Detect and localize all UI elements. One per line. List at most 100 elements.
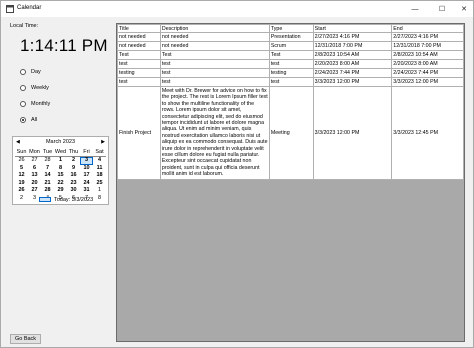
next-month-icon[interactable]: ▶ — [101, 139, 105, 145]
cell-type[interactable]: test — [268, 77, 314, 87]
cell-description[interactable]: test — [159, 77, 270, 87]
cell-start[interactable]: 3/3/2023 12:00 PM — [312, 77, 393, 87]
cell-description[interactable]: test — [159, 68, 270, 78]
calendar-today-footer[interactable]: Today: 3/3/2023 — [39, 196, 93, 203]
calendar-day[interactable]: 30 — [67, 187, 80, 195]
calendar-day[interactable]: 23 — [67, 180, 80, 188]
cell-end[interactable]: 2/20/2023 8:00 AM — [391, 59, 464, 69]
calendar-day[interactable]: 13 — [28, 172, 41, 180]
calendar-day[interactable]: 11 — [93, 165, 106, 173]
table-row[interactable]: test test test 2/20/2023 8:00 AM 2/20/20… — [117, 59, 464, 69]
cell-end[interactable]: 2/24/2023 7:44 PM — [391, 68, 464, 78]
column-header-type[interactable]: Type — [268, 24, 314, 33]
calendar-day[interactable]: 14 — [41, 172, 54, 180]
table-row[interactable]: Finish Project Meet with Dr. Brewer for … — [117, 86, 464, 180]
calendar-day[interactable]: 24 — [80, 180, 93, 188]
view-option-day[interactable]: Day — [20, 68, 41, 76]
calendar-day[interactable]: 28 — [41, 157, 54, 165]
cell-end[interactable]: 2/27/2023 4:16 PM — [391, 32, 464, 42]
view-option-monthly[interactable]: Monthly — [20, 100, 50, 108]
calendar-day[interactable]: 29 — [54, 187, 67, 195]
cell-start[interactable]: 2/27/2023 4:16 PM — [312, 32, 393, 42]
cell-type[interactable]: Scrum — [268, 41, 314, 51]
calendar-day[interactable]: 8 — [54, 165, 67, 173]
calendar-day[interactable]: 20 — [28, 180, 41, 188]
cell-type[interactable]: Test — [268, 50, 314, 60]
column-header-description[interactable]: Description — [159, 24, 270, 33]
table-row[interactable]: not needed not needed Presentation 2/27/… — [117, 32, 464, 42]
calendar-day[interactable]: 18 — [93, 172, 106, 180]
calendar-day[interactable]: 2 — [15, 195, 28, 203]
calendar-day[interactable]: 26 — [15, 157, 28, 165]
cell-type[interactable]: Presentation — [268, 32, 314, 42]
calendar-day[interactable]: 19 — [15, 180, 28, 188]
calendar-day[interactable]: 17 — [80, 172, 93, 180]
cell-title[interactable]: Test — [117, 50, 161, 60]
cell-title[interactable]: not needed — [117, 41, 161, 51]
cell-end[interactable]: 3/3/2023 12:00 PM — [391, 77, 464, 87]
cell-start[interactable]: 12/31/2018 7:00 PM — [312, 41, 393, 51]
table-row[interactable]: test test test 3/3/2023 12:00 PM 3/3/202… — [117, 77, 464, 87]
cell-description[interactable]: test — [159, 59, 270, 69]
radio-day[interactable] — [20, 69, 26, 75]
calendar-day[interactable]: 21 — [41, 180, 54, 188]
cell-start[interactable]: 2/24/2023 7:44 PM — [312, 68, 393, 78]
calendar-day[interactable]: 4 — [93, 157, 106, 165]
cell-title[interactable]: test — [117, 59, 161, 69]
calendar-day[interactable]: 8 — [93, 195, 106, 203]
calendar-day[interactable]: 1 — [93, 187, 106, 195]
calendar-day-today[interactable]: 3 — [80, 157, 93, 165]
cell-title[interactable]: test — [117, 77, 161, 87]
cell-description[interactable]: not needed — [159, 32, 270, 42]
calendar-day[interactable]: 27 — [28, 187, 41, 195]
calendar-day[interactable]: 7 — [41, 165, 54, 173]
title-bar[interactable]: Calendar — ☐ ✕ — [1, 1, 473, 17]
column-header-end[interactable]: End — [391, 24, 464, 33]
minimize-button[interactable]: — — [402, 1, 428, 17]
cell-start[interactable]: 2/8/2023 10:54 AM — [312, 50, 393, 60]
calendar-day[interactable]: 12 — [15, 172, 28, 180]
cell-type[interactable]: Meeting — [268, 86, 314, 180]
cell-description[interactable]: Test — [159, 50, 270, 60]
radio-monthly[interactable] — [20, 101, 26, 107]
calendar-day[interactable]: 10 — [80, 165, 93, 173]
calendar-day[interactable]: 26 — [15, 187, 28, 195]
calendar-day[interactable]: 31 — [80, 187, 93, 195]
calendar-day[interactable]: 28 — [41, 187, 54, 195]
calendar-day[interactable]: 16 — [67, 172, 80, 180]
events-grid[interactable]: Title Description Type Start End not nee… — [116, 23, 465, 342]
table-row[interactable]: Test Test Test 2/8/2023 10:54 AM 2/8/202… — [117, 50, 464, 60]
calendar-day[interactable]: 27 — [28, 157, 41, 165]
cell-type[interactable]: testing — [268, 68, 314, 78]
month-calendar[interactable]: March 2023 ◀ ▶ Sun Mon Tue Wed Thu Fri S… — [12, 136, 109, 205]
calendar-day[interactable]: 9 — [67, 165, 80, 173]
view-option-weekly[interactable]: Weekly — [20, 84, 49, 92]
cell-description[interactable]: Meet with Dr. Brewer for advice on how t… — [159, 86, 270, 180]
cell-start[interactable]: 3/3/2023 12:00 PM — [312, 86, 393, 180]
prev-month-icon[interactable]: ◀ — [16, 139, 20, 145]
cell-end[interactable]: 3/3/2023 12:45 PM — [391, 86, 464, 180]
table-row[interactable]: not needed not needed Scrum 12/31/2018 7… — [117, 41, 464, 51]
calendar-day[interactable]: 22 — [54, 180, 67, 188]
cell-end[interactable]: 12/31/2018 7:00 PM — [391, 41, 464, 51]
cell-title[interactable]: testing — [117, 68, 161, 78]
calendar-day[interactable]: 2 — [67, 157, 80, 165]
calendar-day[interactable]: 6 — [28, 165, 41, 173]
calendar-day[interactable]: 1 — [54, 157, 67, 165]
go-back-button[interactable]: Go Back — [10, 334, 41, 344]
table-row[interactable]: testing test testing 2/24/2023 7:44 PM 2… — [117, 68, 464, 78]
cell-title[interactable]: not needed — [117, 32, 161, 42]
column-header-start[interactable]: Start — [312, 24, 393, 33]
calendar-day[interactable]: 15 — [54, 172, 67, 180]
calendar-day[interactable]: 25 — [93, 180, 106, 188]
view-option-all[interactable]: All — [20, 116, 37, 124]
cell-type[interactable]: test — [268, 59, 314, 69]
cell-description[interactable]: not needed — [159, 41, 270, 51]
radio-weekly[interactable] — [20, 85, 26, 91]
cell-start[interactable]: 2/20/2023 8:00 AM — [312, 59, 393, 69]
cell-title[interactable]: Finish Project — [117, 86, 161, 180]
radio-all[interactable] — [20, 117, 26, 123]
close-button[interactable]: ✕ — [451, 1, 474, 17]
column-header-title[interactable]: Title — [117, 24, 161, 33]
calendar-day[interactable]: 5 — [15, 165, 28, 173]
